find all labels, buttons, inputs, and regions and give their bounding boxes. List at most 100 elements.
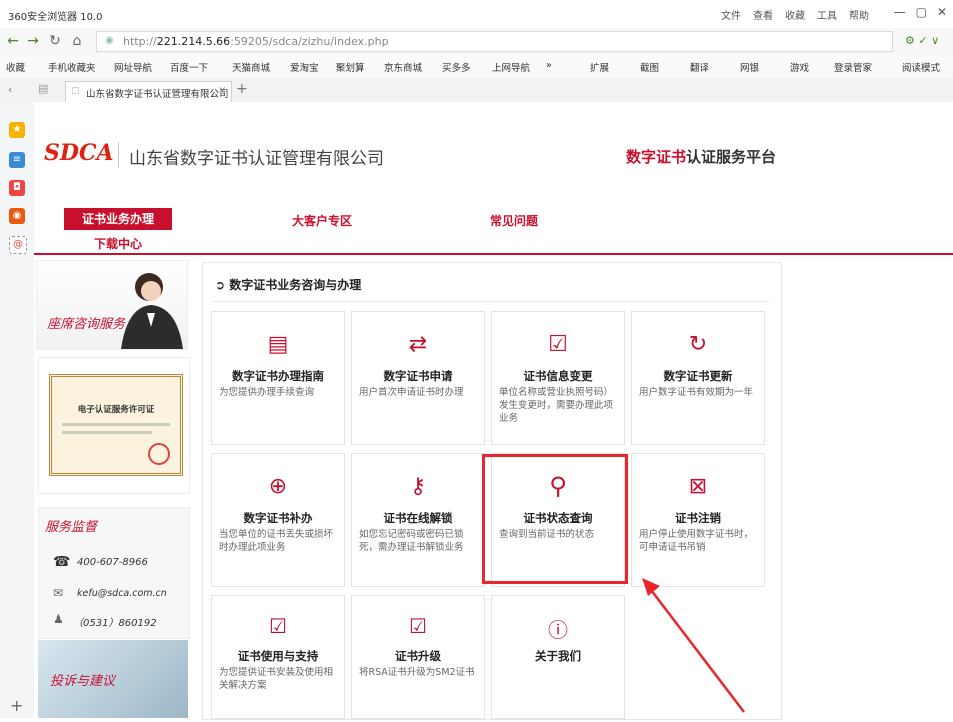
menu-file[interactable]: 文件 (721, 7, 741, 22)
toolbar-login[interactable]: 登录管家 (834, 60, 872, 74)
menu-tools[interactable]: 工具 (817, 7, 837, 22)
card-title: 证书注销 (675, 511, 721, 525)
toolbar-screenshot[interactable]: 截图 (640, 60, 659, 74)
game-icon[interactable]: ◘ (9, 180, 25, 196)
tab-label: 山东省数字证书认证管理有限公司 (86, 89, 229, 100)
license-text-line (62, 431, 152, 434)
seal-icon (148, 443, 170, 465)
fav-item[interactable]: 收藏 (6, 60, 25, 74)
reload-icon[interactable]: ↻ (46, 32, 64, 50)
forward-icon[interactable]: → (24, 32, 42, 50)
support-email[interactable]: kefu@sdca.com.cn (77, 588, 167, 599)
phone-icon: ☎ (53, 554, 71, 570)
sdca-logo[interactable]: SDCA (44, 140, 114, 166)
card-desc: 单位名称或营业执照号码）发生变更时，需要办理此项业务 (499, 387, 614, 424)
star-icon[interactable]: ★ (9, 122, 25, 138)
info-icon: ⓘ (548, 618, 568, 642)
service-heading: ➲ 数字证书业务咨询与办理 (215, 278, 362, 292)
toolbar-extensions[interactable]: 扩展 (590, 60, 609, 74)
page-icon: ▢ (71, 86, 80, 96)
nav-faq[interactable]: 常见问题 (490, 212, 538, 229)
menu-view[interactable]: 查看 (753, 7, 773, 22)
list-icon[interactable]: ≡ (9, 152, 25, 168)
fav-item[interactable]: 网址导航 (114, 60, 152, 74)
complaint-banner[interactable]: 投诉与建议 (38, 640, 188, 718)
heading-divider (213, 301, 769, 302)
fav-more[interactable]: » (546, 60, 552, 71)
nav-download[interactable]: 下载中心 (94, 235, 142, 252)
card-desc: 将RSA证书升级为SM2证书 (359, 667, 475, 678)
at-icon[interactable]: @ (9, 236, 27, 254)
person-icon: ♟ (53, 612, 64, 626)
menu-help[interactable]: 帮助 (849, 7, 869, 22)
toolbar-bank[interactable]: 网银 (740, 60, 759, 74)
license-certificate: 电子认证服务许可证 (49, 374, 183, 476)
card-guide[interactable]: ▤ 数字证书办理指南 为您提供办理手续查询 (211, 311, 345, 445)
card-desc: 为您提供证书安装及使用相关解决方案 (219, 667, 334, 691)
highlight-box (482, 454, 628, 584)
address-bar[interactable]: ◉ http://221.214.5.66:59205/sdca/zizhu/i… (96, 31, 893, 52)
tab-active[interactable]: ▢ 山东省数字证书认证管理有限公司 × (65, 81, 232, 103)
nav-cert-business[interactable]: 证书业务办理 (64, 208, 172, 230)
weibo-icon[interactable]: ◉ (9, 208, 25, 224)
card-title: 数字证书办理指南 (232, 369, 324, 383)
upgrade-icon: ☑ (409, 614, 427, 638)
browser-sidebar: ★ ≡ ◘ ◉ @ + (0, 102, 35, 718)
hotline-number: 400-607-8966 (77, 557, 148, 568)
doc-plus-icon: ⊕ (268, 474, 288, 499)
fav-item[interactable]: 京东商城 (384, 60, 422, 74)
circle-arrow-icon: ➲ (215, 278, 230, 292)
card-info-change[interactable]: ☑ 证书信息变更 单位名称或营业执照号码）发生变更时，需要办理此项业务 (491, 311, 625, 445)
close-icon[interactable]: ✕ (937, 5, 947, 19)
card-apply[interactable]: ⇄ 数字证书申请 用户首次申请证书时办理 (351, 311, 485, 445)
toolbar-games[interactable]: 游戏 (790, 60, 809, 74)
supervision-title: 服务监督 (45, 520, 98, 535)
complaint-label: 投诉与建议 (50, 674, 116, 689)
card-title: 关于我们 (535, 649, 581, 663)
card-upgrade[interactable]: ☑ 证书升级 将RSA证书升级为SM2证书 (351, 595, 485, 719)
shield-icon[interactable]: ⚙ ✓ ∨ (905, 34, 939, 47)
browser-menu: 文件 查看 收藏 工具 帮助 (721, 7, 869, 22)
add-icon[interactable]: + (10, 696, 23, 715)
license-text-line (62, 423, 170, 426)
company-name: 山东省数字证书认证管理有限公司 (129, 149, 384, 169)
card-title: 证书信息变更 (523, 369, 593, 383)
tab-scroll-icon[interactable]: ‹ (8, 83, 12, 96)
fav-item[interactable]: 手机收藏夹 (48, 60, 96, 74)
seat-service-banner[interactable]: 座席咨询服务 (36, 260, 188, 350)
back-icon[interactable]: ← (4, 32, 22, 50)
fav-item[interactable]: 爱淘宝 (290, 60, 319, 74)
service-supervision: 服务监督 ☎ 400-607-8966 ✉ kefu@sdca.com.cn ♟… (38, 507, 190, 639)
card-unlock[interactable]: ⚷ 证书在线解锁 如您忘记密码或密码已锁死，需办理证书解锁业务 (351, 453, 485, 587)
fav-item[interactable]: 百度一下 (170, 60, 208, 74)
card-title: 证书升级 (395, 649, 441, 663)
fav-item[interactable]: 上网导航 (492, 60, 530, 74)
tab-close-icon[interactable]: × (218, 85, 226, 96)
fav-item[interactable]: 天猫商城 (232, 60, 270, 74)
card-renew[interactable]: ↻ 数字证书更新 用户数字证书有效期为一年 (631, 311, 765, 445)
card-desc: 为您提供办理手续查询 (219, 387, 315, 398)
nav-key-accounts[interactable]: 大客户专区 (292, 212, 352, 229)
window-controls: — ▢ ✕ (894, 5, 947, 19)
favorites-bar: 收藏 手机收藏夹 网址导航 百度一下 天猫商城 爱淘宝 聚划算 京东商城 买多多… (0, 54, 953, 79)
browser-titlebar: 360安全浏览器 10.0 文件 查看 收藏 工具 帮助 — ▢ ✕ (0, 0, 953, 29)
maximize-icon[interactable]: ▢ (916, 5, 927, 19)
home-icon[interactable]: ⌂ (68, 32, 86, 50)
card-about[interactable]: ⓘ 关于我们 (491, 595, 625, 719)
minimize-icon[interactable]: — (894, 5, 906, 19)
platform-title: 数字证书认证服务平台 (626, 148, 777, 166)
card-revoke[interactable]: ⊠ 证书注销 用户停止使用数字证书时，可申请证书吊销 (631, 453, 765, 587)
card-title: 数字证书更新 (663, 369, 733, 383)
document-icon: ▤ (267, 332, 289, 357)
toolbar-translate[interactable]: 翻译 (690, 60, 709, 74)
tab-list-icon[interactable]: ▤ (38, 82, 48, 95)
local-phone: （0531）860192 (73, 618, 157, 629)
fav-item[interactable]: 聚划算 (336, 60, 365, 74)
fav-item[interactable]: 买多多 (442, 60, 471, 74)
card-reissue[interactable]: ⊕ 数字证书补办 当您单位的证书丢失或损坏时办理此项业务 (211, 453, 345, 587)
menu-favorites[interactable]: 收藏 (785, 7, 805, 22)
card-support[interactable]: ☑ 证书使用与支持 为您提供证书安装及使用相关解决方案 (211, 595, 345, 719)
license-panel[interactable]: 电子认证服务许可证 (38, 357, 190, 494)
new-tab-icon[interactable]: + (236, 81, 248, 97)
toolbar-reader[interactable]: 阅读模式 (902, 60, 940, 74)
